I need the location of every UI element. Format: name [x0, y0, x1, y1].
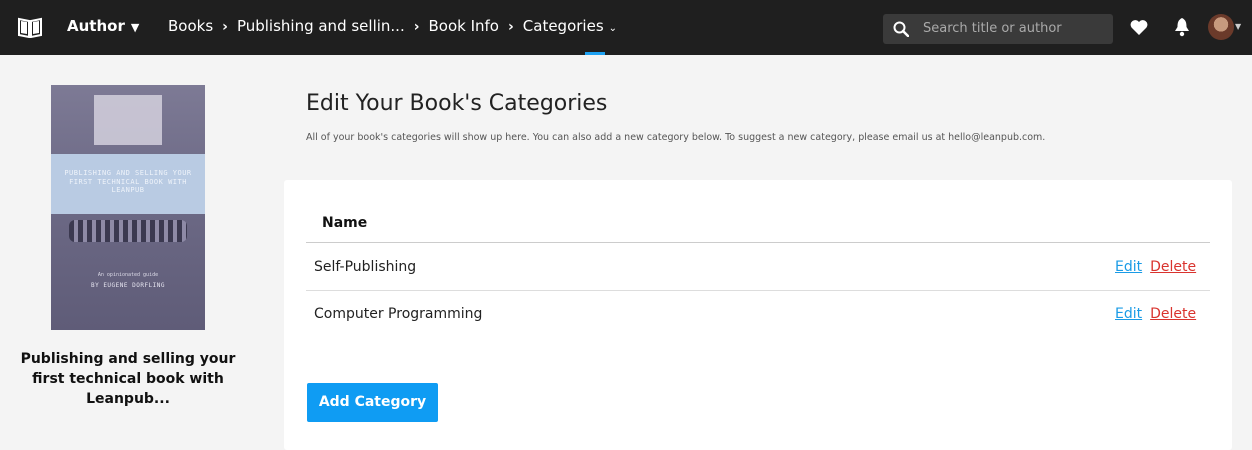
chevron-right-icon: › — [413, 19, 420, 35]
book-cover[interactable]: PUBLISHING AND SELLING YOUR FIRST TECHNI… — [51, 85, 205, 330]
active-tab-indicator — [585, 52, 605, 55]
chevron-right-icon: › — [222, 19, 228, 35]
table-row-actions: Edit Delete — [1115, 306, 1196, 322]
cover-paper — [94, 95, 162, 145]
chevron-down-icon: ⌄ — [608, 23, 618, 34]
page-description: All of your book's categories will show … — [306, 132, 1046, 143]
author-label: Author — [67, 17, 125, 35]
delete-link[interactable]: Delete — [1150, 259, 1196, 275]
page-title: Edit Your Book's Categories — [306, 91, 608, 116]
table-divider — [306, 242, 1210, 243]
search-icon — [893, 21, 909, 37]
cover-subtitle: An opinionated guide — [97, 272, 159, 278]
cover-byline: BY EUGENE DORFLING — [90, 282, 166, 289]
breadcrumb: Books › Publishing and sellin... › Book Info… — [168, 17, 617, 35]
breadcrumb-books[interactable]: Books — [168, 17, 213, 35]
cover-title: PUBLISHING AND SELLING YOUR FIRST TECHNI… — [64, 169, 192, 194]
author-menu[interactable]: Author ▼ — [67, 17, 139, 35]
search-box[interactable]: Search title or author — [883, 14, 1113, 44]
breadcrumb-categories[interactable]: Categories ⌄ — [523, 17, 617, 35]
table-row-actions: Edit Delete — [1115, 259, 1196, 275]
book-logo-icon[interactable] — [18, 16, 42, 38]
cover-typewriter — [69, 220, 187, 242]
delete-link[interactable]: Delete — [1150, 306, 1196, 322]
avatar[interactable] — [1208, 14, 1234, 40]
search-input[interactable]: Search title or author — [923, 21, 1062, 36]
heart-icon[interactable] — [1130, 19, 1148, 36]
table-row-name: Computer Programming — [314, 306, 483, 322]
breadcrumb-book[interactable]: Publishing and sellin... — [237, 17, 405, 35]
caret-down-icon: ▼ — [130, 21, 140, 34]
breadcrumb-book-info[interactable]: Book Info — [429, 17, 500, 35]
table-row-name: Self-Publishing — [314, 259, 417, 275]
breadcrumb-categories-label: Categories — [522, 17, 604, 35]
caret-down-icon[interactable]: ▼ — [1235, 22, 1241, 31]
bell-icon[interactable] — [1174, 17, 1190, 37]
table-divider — [306, 290, 1210, 291]
column-header-name: Name — [322, 215, 368, 231]
top-nav-bar: Author ▼ Books › Publishing and sellin... › B… — [0, 0, 1252, 55]
edit-link[interactable]: Edit — [1115, 306, 1142, 322]
edit-link[interactable]: Edit — [1115, 259, 1142, 275]
chevron-right-icon: › — [508, 19, 514, 35]
add-category-button[interactable]: Add Category — [307, 383, 438, 422]
book-title: Publishing and selling your first techni… — [20, 351, 236, 407]
